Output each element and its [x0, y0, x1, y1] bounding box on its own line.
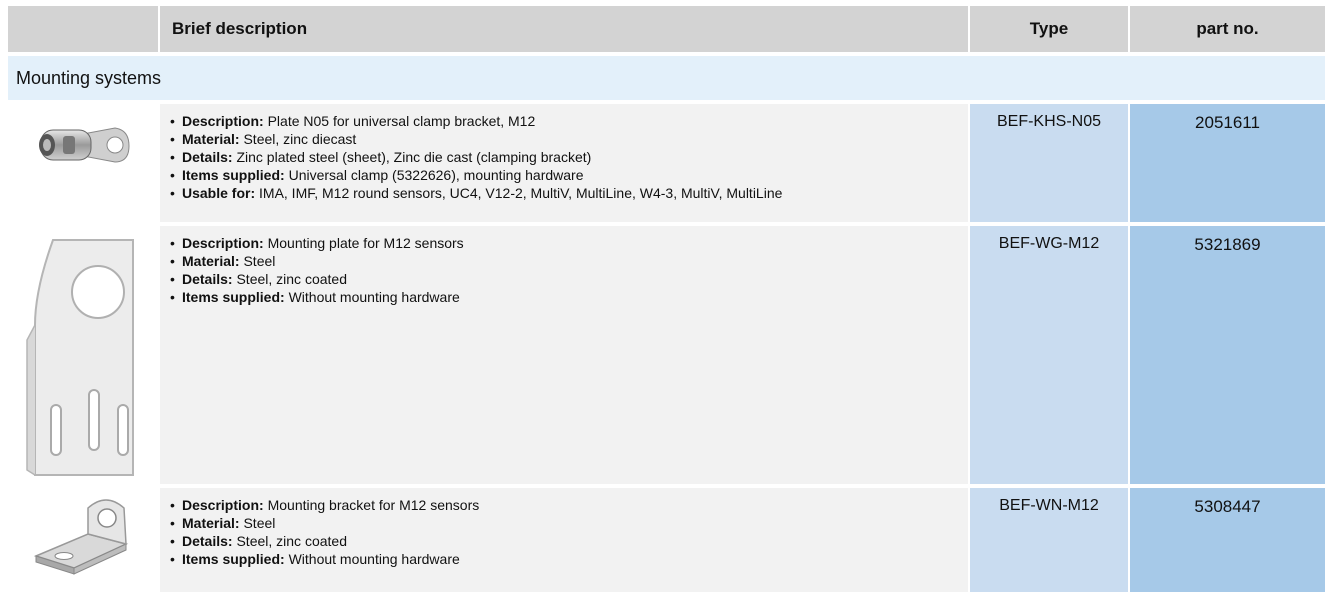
- part-no-cell: 5308447: [1130, 488, 1325, 592]
- list-item: Items supplied: Universal clamp (5322626…: [170, 166, 968, 184]
- table-row: Description: Plate N05 for universal cla…: [8, 104, 1325, 222]
- header-brief-description: Brief description: [160, 6, 970, 52]
- table-header: Brief description Type part no.: [8, 6, 1325, 52]
- list-item: Items supplied: Without mounting hardwar…: [170, 550, 968, 568]
- mounting-bracket-icon: [33, 499, 129, 575]
- clamp-bracket-plate-icon: [39, 127, 130, 163]
- list-item: Description: Mounting bracket for M12 se…: [170, 496, 968, 514]
- type-cell: BEF-KHS-N05: [970, 104, 1130, 222]
- table-row: Description: Mounting bracket for M12 se…: [8, 488, 1325, 592]
- brief-description: Description: Mounting plate for M12 sens…: [160, 226, 970, 484]
- product-image: [8, 104, 160, 222]
- section-title: Mounting systems: [8, 56, 1325, 100]
- list-item: Items supplied: Without mounting hardwar…: [170, 288, 968, 306]
- part-no-cell: 2051611: [1130, 104, 1325, 222]
- list-item: Details: Steel, zinc coated: [170, 532, 968, 550]
- list-item: Material: Steel: [170, 514, 968, 532]
- mounting-plate-icon: [26, 239, 134, 476]
- type-cell: BEF-WG-M12: [970, 226, 1130, 484]
- list-item: Description: Mounting plate for M12 sens…: [170, 234, 968, 252]
- table-row: Description: Mounting plate for M12 sens…: [8, 226, 1325, 484]
- list-item: Material: Steel: [170, 252, 968, 270]
- product-image: [8, 488, 160, 592]
- list-item: Details: Zinc plated steel (sheet), Zinc…: [170, 148, 968, 166]
- list-item: Usable for: IMA, IMF, M12 round sensors,…: [170, 184, 968, 202]
- brief-description: Description: Plate N05 for universal cla…: [160, 104, 970, 222]
- list-item: Details: Steel, zinc coated: [170, 270, 968, 288]
- list-item: Material: Steel, zinc diecast: [170, 130, 968, 148]
- accessory-table: Brief description Type part no. Mounting…: [8, 6, 1325, 592]
- header-part-no: part no.: [1130, 6, 1325, 52]
- product-image: [8, 226, 160, 484]
- part-no-cell: 5321869: [1130, 226, 1325, 484]
- brief-description: Description: Mounting bracket for M12 se…: [160, 488, 970, 592]
- header-image-column: [8, 6, 160, 52]
- type-cell: BEF-WN-M12: [970, 488, 1130, 592]
- list-item: Description: Plate N05 for universal cla…: [170, 112, 968, 130]
- header-type: Type: [970, 6, 1130, 52]
